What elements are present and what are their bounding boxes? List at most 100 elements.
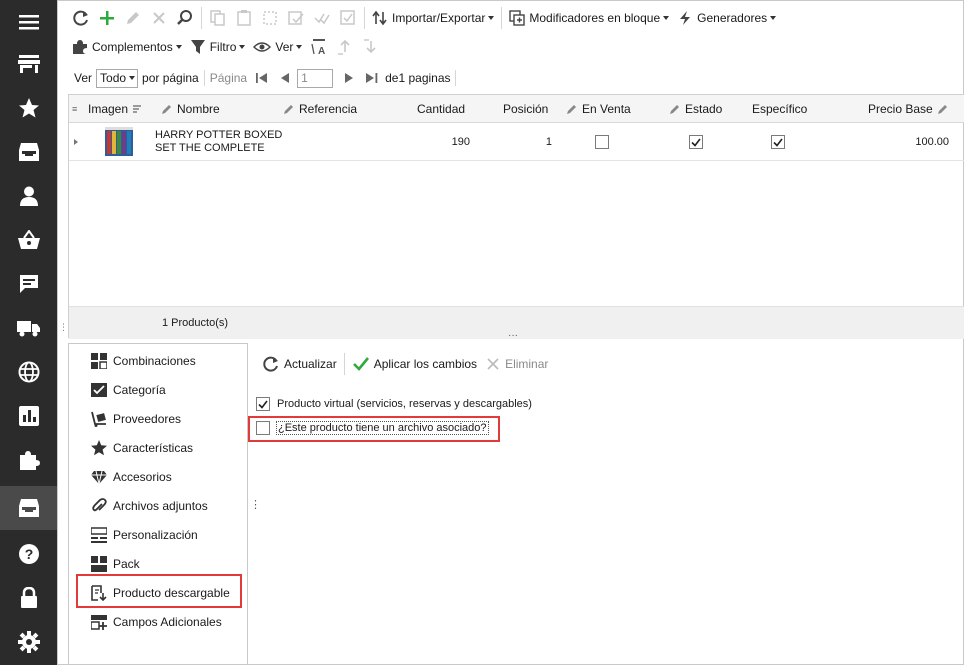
column-header-position[interactable]: Posición <box>503 95 548 123</box>
virtual-product-checkbox[interactable] <box>256 397 270 411</box>
column-label: Imagen <box>88 102 129 116</box>
side-item-combinations[interactable]: Combinaciones <box>91 350 196 372</box>
column-header-status[interactable]: Estado <box>669 95 722 123</box>
globe-icon[interactable] <box>0 350 57 394</box>
on-sale-checkbox[interactable] <box>595 135 609 149</box>
box-icon[interactable] <box>0 130 57 174</box>
side-item-attachments[interactable]: Archivos adjuntos <box>91 495 208 517</box>
product-name-cell[interactable]: HARRY POTTER BOXED SET THE COMPLETE <box>155 123 282 161</box>
show-label: Ver <box>74 71 93 85</box>
lock-icon[interactable] <box>0 576 57 620</box>
side-item-category[interactable]: Categoría <box>91 379 166 401</box>
inbox-box-icon[interactable] <box>0 486 57 530</box>
user-icon[interactable] <box>0 174 57 218</box>
column-header-specific[interactable]: Específico <box>752 95 807 123</box>
puzzle-icon[interactable] <box>0 438 57 482</box>
column-label: Nombre <box>177 102 220 116</box>
column-header-name[interactable]: Nombre <box>161 95 220 123</box>
page-size-select[interactable]: Todo <box>96 68 139 88</box>
base-price-cell[interactable]: 100.00 <box>889 123 949 161</box>
row-expander-icon[interactable] <box>73 123 79 161</box>
status-cell[interactable] <box>689 123 703 161</box>
status-checkbox[interactable] <box>689 135 703 149</box>
sort-alpha-button[interactable]: A <box>306 35 332 59</box>
main-toolbar: Importar/Exportar Modificadores en bloqu… <box>68 3 780 32</box>
puzzle-icon <box>73 39 87 54</box>
page-number-input[interactable]: 1 <box>297 68 334 88</box>
column-label: Referencia <box>299 102 358 116</box>
table-row[interactable]: HARRY POTTER BOXED SET THE COMPLETE 190 … <box>69 123 964 161</box>
specific-checkbox[interactable] <box>771 135 785 149</box>
hamburger-menu-icon[interactable] <box>0 0 57 44</box>
side-item-additional-fields[interactable]: Campos Adicionales <box>91 611 222 633</box>
refresh-button[interactable] <box>68 6 94 30</box>
approve-button[interactable] <box>335 6 361 30</box>
side-item-pack[interactable]: Pack <box>91 553 140 575</box>
bulk-modifiers-menu[interactable]: Modificadores en bloque <box>505 6 673 30</box>
generators-menu[interactable]: Generadores <box>673 6 780 30</box>
star-icon[interactable] <box>0 86 57 130</box>
addons-menu[interactable]: Complementos <box>68 35 186 59</box>
column-header-on-sale[interactable]: En Venta <box>566 95 631 123</box>
store-icon[interactable] <box>0 42 57 86</box>
bulk-modifiers-label: Modificadores en bloque <box>529 10 661 25</box>
move-down-button[interactable] <box>358 35 384 59</box>
side-item-suppliers[interactable]: Proveedores <box>91 408 181 430</box>
panel-splitter-grip[interactable]: ⋮ <box>250 498 261 511</box>
add-button[interactable] <box>94 6 120 30</box>
edit-pencil-icon <box>162 105 171 114</box>
copy-button[interactable] <box>205 6 231 30</box>
last-page-icon[interactable] <box>365 72 379 84</box>
help-icon[interactable]: ? <box>0 532 57 576</box>
of-pages-label: de1 paginas <box>385 71 451 85</box>
on-sale-cell[interactable] <box>595 123 609 161</box>
edit-button[interactable] <box>120 6 146 30</box>
specific-cell[interactable] <box>771 123 785 161</box>
import-export-menu[interactable]: Importar/Exportar <box>368 6 498 30</box>
comment-icon[interactable] <box>0 262 57 306</box>
bulk-check-button[interactable] <box>309 6 335 30</box>
duplicate-button[interactable] <box>257 6 283 30</box>
horizontal-splitter-grip[interactable]: ··· <box>508 331 518 341</box>
column-header-reference[interactable]: Referencia <box>283 95 357 123</box>
plus-icon <box>100 10 114 25</box>
side-item-features[interactable]: Características <box>91 437 193 459</box>
filter-menu[interactable]: Filtro <box>186 35 250 59</box>
separator <box>454 70 456 86</box>
move-up-button[interactable] <box>332 35 358 59</box>
search-button[interactable] <box>172 6 198 30</box>
move-button[interactable] <box>283 6 309 30</box>
paste-button[interactable] <box>231 6 257 30</box>
vertical-splitter-grip[interactable]: ⋮ <box>59 323 68 332</box>
settings-gear-icon[interactable] <box>0 620 57 664</box>
position-cell[interactable]: 1 <box>499 123 552 161</box>
category-icon <box>91 383 107 397</box>
column-header-image[interactable]: Imagen <box>88 95 146 123</box>
apply-changes-button[interactable]: Aplicar los cambios <box>348 352 481 376</box>
first-page-icon[interactable] <box>255 72 269 84</box>
column-header-quantity[interactable]: Cantidad <box>417 95 465 123</box>
side-item-customization[interactable]: Personalización <box>91 524 198 546</box>
side-item-label: Personalización <box>113 528 198 542</box>
import-export-icon <box>372 10 387 25</box>
side-item-accessories[interactable]: Accesorios <box>91 466 172 488</box>
column-chooser-icon[interactable]: ≡ <box>72 95 77 123</box>
stats-chart-icon[interactable] <box>0 394 57 438</box>
refresh-detail-button[interactable]: Actualizar <box>258 352 341 376</box>
next-page-icon[interactable] <box>343 72 355 84</box>
virtual-product-label: Producto virtual (servicios, reservas y … <box>277 398 532 410</box>
column-header-base-price[interactable]: Precio Base <box>868 95 953 123</box>
move-check-icon <box>288 10 304 25</box>
virtual-product-option[interactable]: Producto virtual (servicios, reservas y … <box>256 395 532 413</box>
product-thumbnail <box>103 123 135 161</box>
view-menu[interactable]: Ver <box>249 35 306 59</box>
pack-icon <box>91 556 107 572</box>
basket-icon[interactable] <box>0 218 57 262</box>
prev-page-icon[interactable] <box>279 72 291 84</box>
delete-button[interactable] <box>146 6 172 30</box>
delete-detail-button[interactable]: Eliminar <box>481 352 552 376</box>
quantity-cell[interactable]: 190 <box>409 123 470 161</box>
truck-icon[interactable] <box>0 306 57 350</box>
refresh-label: Actualizar <box>284 357 337 371</box>
addons-label: Complementos <box>92 39 173 54</box>
